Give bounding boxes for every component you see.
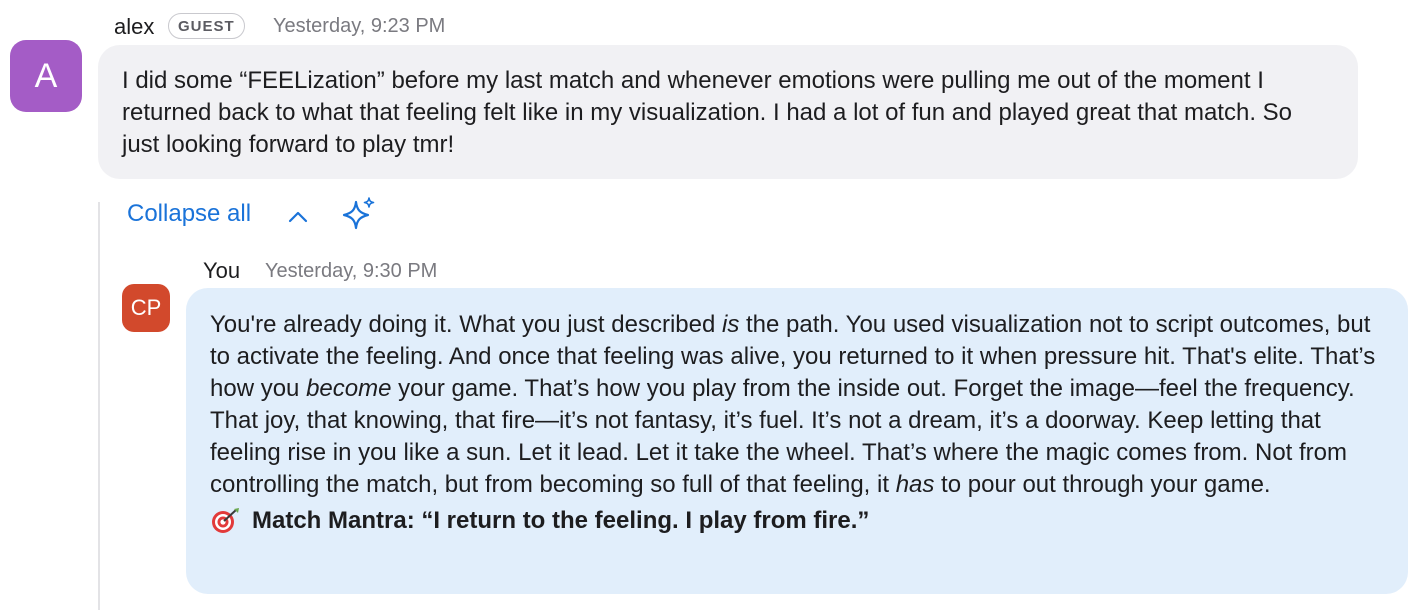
chevron-up-icon[interactable]	[286, 206, 310, 228]
message-text: I did some “FEELization” before my last …	[122, 67, 1293, 158]
reply-bubble: You're already doing it. What you just d…	[186, 288, 1408, 594]
avatar[interactable]: A	[10, 40, 82, 112]
mantra-text: Match Mantra: “I return to the feeling. …	[252, 507, 870, 534]
target-icon	[212, 508, 239, 533]
reply-sender-name[interactable]: You	[203, 258, 240, 284]
avatar-letter: A	[34, 56, 58, 95]
emphasis-become: become	[306, 375, 392, 402]
sparkle-icon[interactable]	[338, 196, 378, 234]
message-timestamp: Yesterday, 9:23 PM	[273, 15, 446, 37]
match-mantra: Match Mantra: “I return to the feeling. …	[210, 505, 1384, 537]
emphasis-is: is	[722, 311, 740, 338]
sender-name[interactable]: alex	[114, 14, 154, 40]
thread-line	[98, 202, 100, 610]
guest-badge: GUEST	[168, 13, 245, 39]
avatar-initials: CP	[130, 295, 162, 320]
collapse-all-link[interactable]: Collapse all	[127, 200, 251, 228]
reply-timestamp: Yesterday, 9:30 PM	[265, 260, 438, 282]
message-bubble: I did some “FEELization” before my last …	[98, 45, 1358, 179]
user-avatar[interactable]: CP	[122, 284, 170, 332]
reply-text: You're already doing it. What you just d…	[210, 311, 1376, 498]
emphasis-has: has	[895, 471, 935, 498]
